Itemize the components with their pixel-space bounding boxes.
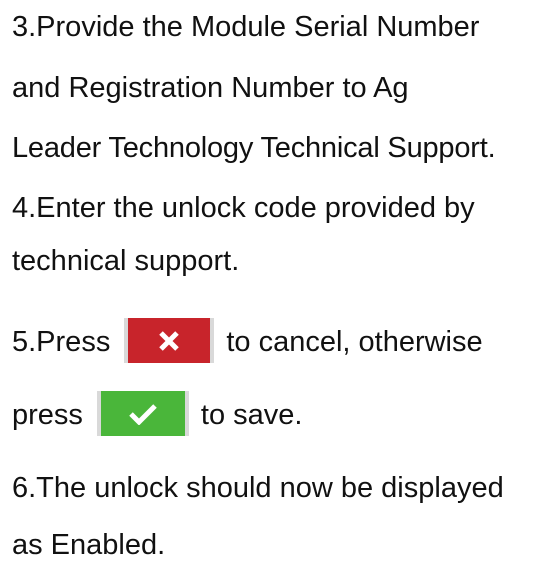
step-5-line-2-suffix: to save.: [200, 399, 303, 432]
step-5-prefix: 5.Press: [12, 326, 111, 359]
step-4-line-2: technical support.: [12, 245, 240, 277]
close-icon: [159, 330, 180, 351]
cancel-button-illustration: [124, 318, 215, 363]
step-5-line-2: press to save.: [12, 391, 303, 439]
step-3-line-3: Leader Technology Technical Support.: [12, 132, 496, 164]
save-button-illustration: [96, 391, 189, 436]
step-6-line-1: 6.The unlock should now be displayed: [12, 472, 504, 504]
step-5-line-2-prefix: press: [12, 399, 83, 432]
step-4-line-1: 4.Enter the unlock code provided by: [12, 192, 475, 224]
step-3-line-1: 3.Provide the Module Serial Number: [12, 11, 480, 43]
checkmark-icon: [129, 403, 157, 425]
step-5-line-1: 5.Press to cancel, otherwise: [12, 318, 483, 366]
step-3-line-2: and Registration Number to Ag: [12, 72, 409, 104]
step-5-suffix: to cancel, otherwise: [226, 326, 483, 359]
step-6-line-2: as Enabled.: [12, 529, 166, 561]
